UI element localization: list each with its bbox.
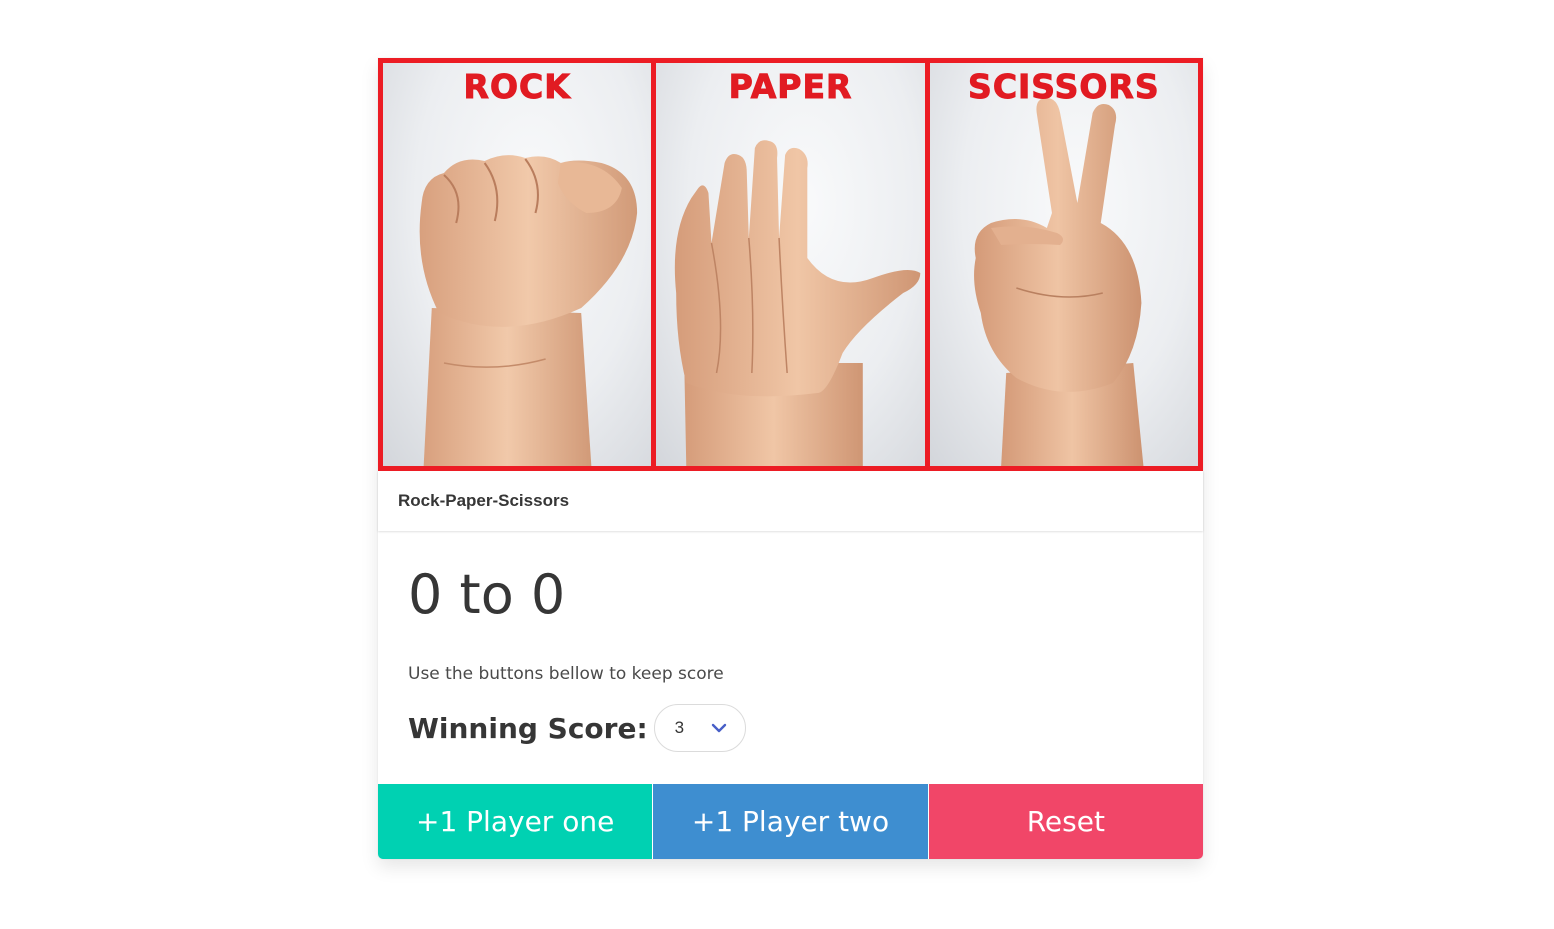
scissors-label: SCISSORS xyxy=(968,67,1160,107)
player-one-button[interactable]: +1 Player one xyxy=(378,784,653,860)
card-title: Rock-Paper-Scissors xyxy=(398,491,570,510)
card-content: 0 to 0 Use the buttons bellow to keep sc… xyxy=(378,531,1203,782)
open-hand-icon xyxy=(675,140,921,466)
winning-score-select[interactable]: 3 xyxy=(653,704,746,753)
chevron-down-icon xyxy=(711,724,726,733)
paper-panel: PAPER xyxy=(656,63,925,466)
rock-panel: ROCK xyxy=(383,63,652,466)
card-footer: +1 Player one +1 Player two Reset xyxy=(378,784,1203,860)
paper-label: PAPER xyxy=(728,67,853,107)
winning-score-row: Winning Score: 3 xyxy=(408,704,1173,753)
rock-paper-scissors-banner: ROCK PAPER SCISSORS xyxy=(378,58,1203,471)
fist-hand-icon xyxy=(419,155,638,466)
peace-hand-icon xyxy=(973,98,1144,466)
rock-label: ROCK xyxy=(463,67,571,107)
hint-text: Use the buttons bellow to keep score xyxy=(408,664,724,685)
winning-score-label: Winning Score: xyxy=(408,711,648,745)
score-card: ROCK PAPER SCISSORS Rock-Paper-Scissors … xyxy=(378,58,1203,860)
reset-button[interactable]: Reset xyxy=(928,784,1203,860)
score-display: 0 to 0 xyxy=(408,563,566,626)
winning-score-value: 3 xyxy=(674,718,685,738)
scissors-panel: SCISSORS xyxy=(929,63,1198,466)
card-header: Rock-Paper-Scissors xyxy=(378,471,1203,531)
player-two-button[interactable]: +1 Player two xyxy=(653,784,928,860)
